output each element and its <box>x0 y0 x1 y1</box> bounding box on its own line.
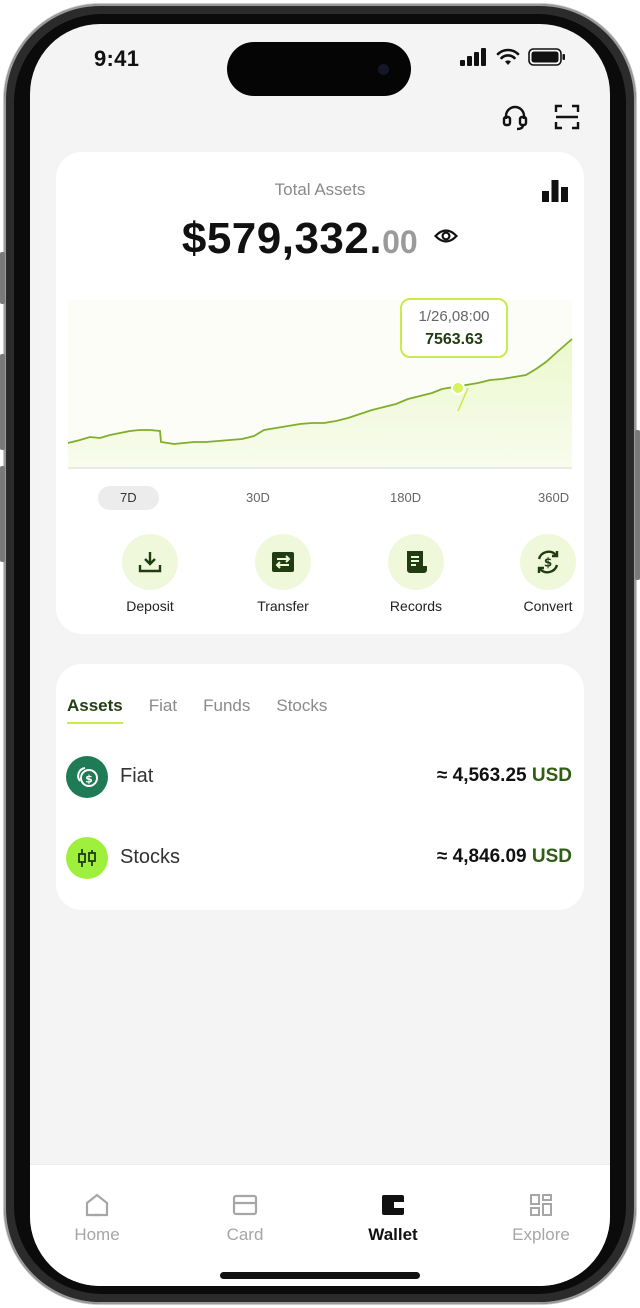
volume-up-button <box>0 354 5 450</box>
power-button <box>635 430 640 580</box>
transfer-label: Transfer <box>257 598 309 614</box>
tooltip-date: 1/26,08:00 <box>418 308 490 325</box>
grid-icon <box>486 1191 596 1219</box>
wifi-icon <box>496 48 520 65</box>
status-time: 9:41 <box>94 46 140 71</box>
camera-icon <box>378 64 389 75</box>
holdings-tabs: Assets Fiat Funds Stocks <box>67 696 327 724</box>
balance-main: $579,332. <box>181 214 383 263</box>
top-actions <box>500 102 582 132</box>
holding-unit: USD <box>531 846 572 867</box>
dynamic-island <box>227 42 411 96</box>
nav-item-explore[interactable]: Explore <box>486 1191 596 1245</box>
records-button[interactable]: Records <box>356 534 476 614</box>
total-balance: $579,332.00 <box>56 214 584 264</box>
home-icon <box>42 1191 152 1219</box>
records-label: Records <box>389 598 443 614</box>
holding-name: Stocks <box>120 846 181 868</box>
swap-arrows-icon <box>255 534 311 590</box>
total-assets-label: Total Assets <box>274 180 366 199</box>
convert-label: Convert <box>523 598 573 614</box>
holding-name: Fiat <box>120 765 154 787</box>
convert-button[interactable]: $ Convert <box>488 534 608 614</box>
tab-assets[interactable]: Assets <box>67 696 123 724</box>
svg-text:$: $ <box>85 773 93 786</box>
coins-icon: $ <box>66 756 108 798</box>
holding-row-fiat[interactable]: $ Fiat ≈ 4,563.25 USD <box>66 756 574 798</box>
nav-item-home[interactable]: Home <box>42 1191 152 1245</box>
nav-label: Home <box>74 1225 120 1244</box>
scan-icon[interactable] <box>552 102 582 132</box>
holding-unit: USD <box>531 765 572 786</box>
bar-chart-icon[interactable] <box>542 180 568 207</box>
holding-amount-value: ≈ 4,846.09 <box>436 846 527 867</box>
wallet-icon <box>338 1191 448 1219</box>
download-icon <box>122 534 178 590</box>
document-icon <box>388 534 444 590</box>
deposit-button[interactable]: Deposit <box>90 534 210 614</box>
candlestick-icon <box>66 837 108 879</box>
nav-label: Explore <box>512 1225 570 1244</box>
bottom-nav: Home Card Wallet Explore <box>30 1164 610 1286</box>
battery-icon <box>528 48 565 66</box>
chart-tooltip: 1/26,08:00 7563.63 <box>400 298 508 358</box>
tooltip-value: 7563.63 <box>425 331 483 348</box>
volume-down-button <box>0 466 5 562</box>
card-icon <box>190 1191 300 1219</box>
holding-row-stocks[interactable]: Stocks ≈ 4,846.09 USD <box>66 837 574 879</box>
nav-item-card[interactable]: Card <box>190 1191 300 1245</box>
range-180d[interactable]: 180D <box>390 486 421 510</box>
transfer-button[interactable]: Transfer <box>223 534 343 614</box>
tab-funds[interactable]: Funds <box>203 696 250 724</box>
headset-icon[interactable] <box>500 102 530 132</box>
balance-decimals: 00 <box>382 224 418 260</box>
range-360d[interactable]: 360D <box>538 486 569 510</box>
action-button <box>0 252 5 304</box>
signal-icon <box>460 48 486 66</box>
holding-amount: ≈ 4,846.09 USD <box>437 846 572 868</box>
eye-icon[interactable] <box>434 227 459 250</box>
holdings-card: Assets Fiat Funds Stocks $ Fiat ≈ 4,563.… <box>56 664 584 910</box>
svg-text:$: $ <box>544 556 552 570</box>
total-assets-card: Total Assets $579,332.00 1/26,08:00 7563… <box>56 152 584 634</box>
holding-amount-value: ≈ 4,563.25 <box>436 765 527 786</box>
quick-actions: Deposit Transfer Records $ Convert <box>56 534 584 624</box>
range-30d[interactable]: 30D <box>246 486 270 510</box>
tab-stocks[interactable]: Stocks <box>276 696 327 724</box>
nav-label: Wallet <box>368 1225 418 1244</box>
tab-fiat[interactable]: Fiat <box>149 696 177 724</box>
nav-item-wallet[interactable]: Wallet <box>338 1191 448 1245</box>
screen: 9:41 Total Assets $579,332.00 1/26,08:00… <box>30 24 610 1286</box>
chart-marker <box>451 381 465 395</box>
convert-currency-icon: $ <box>520 534 576 590</box>
range-selector: 7D 30D 180D 360D <box>68 486 569 510</box>
status-icons <box>460 48 566 66</box>
holding-amount: ≈ 4,563.25 USD <box>437 765 572 787</box>
nav-label: Card <box>226 1225 264 1244</box>
deposit-label: Deposit <box>126 598 174 614</box>
range-7d[interactable]: 7D <box>98 486 159 510</box>
home-indicator <box>220 1272 420 1279</box>
